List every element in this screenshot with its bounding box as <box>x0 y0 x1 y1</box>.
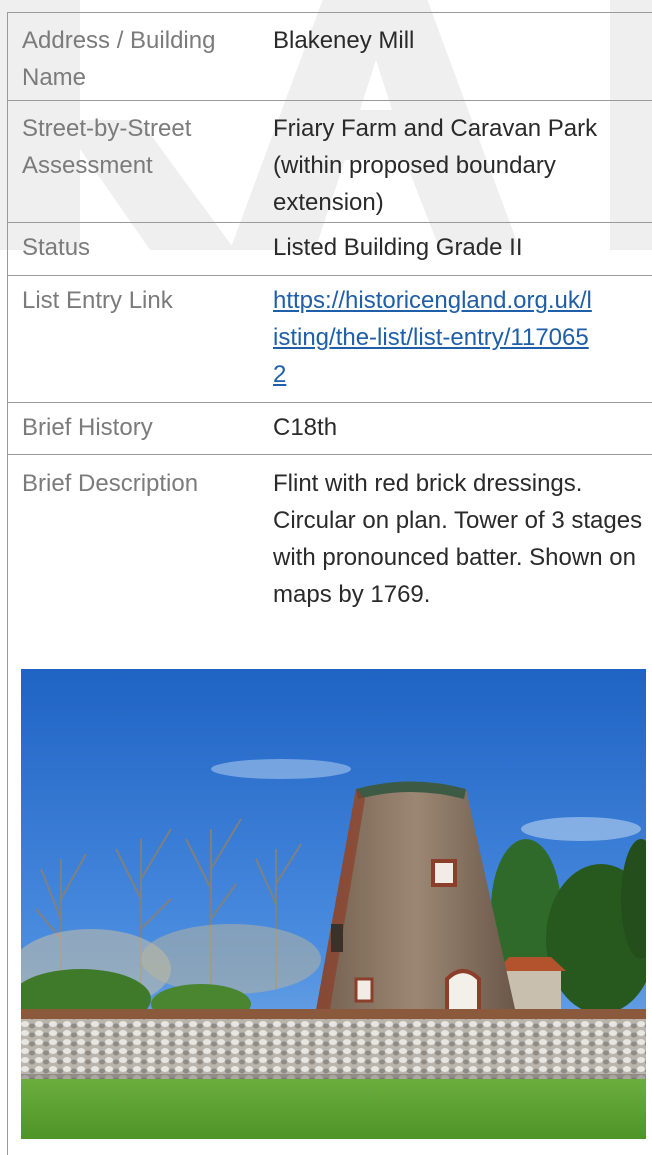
windmill-image <box>21 669 646 1139</box>
label-brief-history: Brief History <box>22 414 153 441</box>
row-address: Address / Building Name Blakeney Mill <box>8 12 652 100</box>
value-status: Listed Building Grade II <box>273 234 523 261</box>
row-street-assessment: Street-by-Street Assessment Friary Farm … <box>8 100 652 222</box>
list-entry-link[interactable]: https://historicengland.org.uk/listing/t… <box>273 287 592 388</box>
value-address: Blakeney Mill <box>273 27 415 54</box>
row-status: Status Listed Building Grade II <box>8 222 652 275</box>
label-list-entry: List Entry Link <box>22 287 173 314</box>
value-brief-history: C18th <box>273 414 338 441</box>
label-address: Address / Building Name <box>22 27 216 91</box>
label-status: Status <box>22 234 91 261</box>
row-brief-history: Brief History C18th <box>8 402 652 454</box>
label-brief-description: Brief Description <box>22 470 199 497</box>
label-street-assessment: Street-by-Street Assessment <box>22 115 192 179</box>
value-brief-description: Flint with red brick dressings. Circular… <box>273 470 643 608</box>
row-list-entry: List Entry Link https://historicengland.… <box>8 275 652 402</box>
value-street-assessment: Friary Farm and Caravan Park (within pro… <box>273 115 598 216</box>
windmill-photo <box>21 669 646 1139</box>
value-list-entry: https://historicengland.org.uk/listing/t… <box>273 282 593 393</box>
